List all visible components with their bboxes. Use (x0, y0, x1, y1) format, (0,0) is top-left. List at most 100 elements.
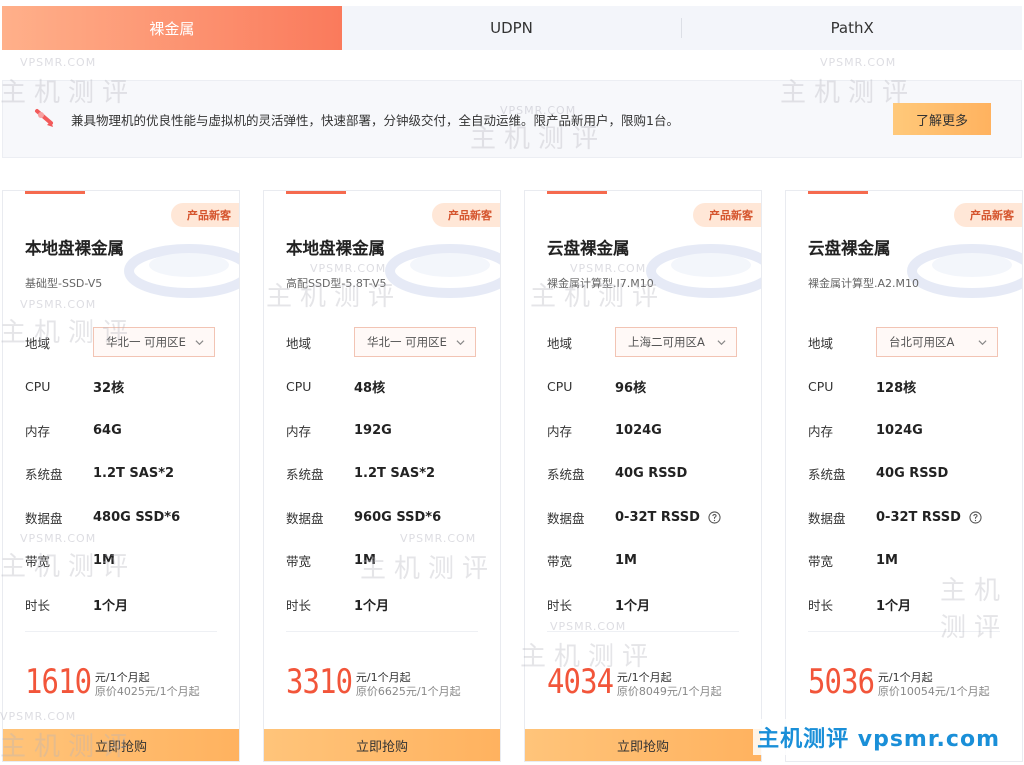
product-tabs: 裸金属 UDPN PathX (2, 6, 1022, 50)
region-select[interactable]: 台北可用区A (876, 327, 998, 357)
server-illustration-icon (646, 244, 761, 298)
spec-value: 1M (615, 553, 637, 568)
card-subtitle: 裸金属计算型.I7.M10 (547, 277, 654, 290)
spec-duration: 时长 1个月 (25, 595, 128, 614)
region-value: 华北一 可用区E (367, 335, 447, 349)
new-customer-badge: 产品新客 (171, 203, 239, 227)
divider (25, 631, 217, 632)
server-illustration-icon (124, 244, 239, 298)
region-value: 上海二可用区A (628, 335, 705, 349)
price-value: 1610 (25, 662, 92, 702)
spec-label: 地域 (286, 335, 312, 351)
price-unit: 元/1个月起 (877, 671, 933, 684)
spec-label: CPU (25, 379, 51, 394)
spec-value: 1024G (615, 423, 662, 438)
spec-duration: 时长 1个月 (286, 595, 389, 614)
learn-more-button[interactable]: 了解更多 (893, 103, 991, 135)
spec-region: 地域 上海二可用区A (547, 327, 737, 357)
price-info: 元/1个月起 原价4025元/1个月起 (95, 671, 200, 699)
price-info: 元/1个月起 原价6625元/1个月起 (356, 671, 461, 699)
spec-value: 1M (876, 553, 898, 568)
data-disk-value: 0-32T RSSD (615, 510, 700, 525)
card-title: 云盘裸金属 (808, 239, 891, 258)
spec-label: 内存 (808, 424, 834, 439)
spec-label: CPU (286, 379, 312, 394)
spec-memory: 内存 64G (25, 421, 122, 440)
chevron-down-icon (456, 339, 465, 345)
tab-udpn[interactable]: UDPN (342, 6, 682, 50)
original-price: 原价8049元/1个月起 (616, 685, 722, 698)
spec-system-disk: 系统盘 40G RSSD (808, 464, 948, 483)
region-select[interactable]: 华北一 可用区E (354, 327, 476, 357)
spec-data-disk: 数据盘 0-32T RSSD (808, 508, 982, 527)
spec-label: 带宽 (286, 554, 312, 569)
buy-now-button[interactable]: 立即抢购 (264, 729, 500, 761)
spec-value: 1M (354, 553, 376, 568)
product-card: 产品新客 本地盘裸金属 基础型-SSD-V5 地域 华北一 可用区E CPU 3… (2, 190, 240, 762)
spec-region: 地域 华北一 可用区E (286, 327, 476, 357)
help-icon[interactable] (969, 511, 982, 524)
spec-memory: 内存 1024G (808, 421, 923, 440)
spec-label: 内存 (25, 424, 51, 439)
card-subtitle: 裸金属计算型.A2.M10 (808, 277, 920, 290)
spec-label: CPU (547, 379, 573, 394)
spec-label: 时长 (286, 598, 312, 613)
product-card: 产品新客 云盘裸金属 裸金属计算型.A2.M10 地域 台北可用区A CPU 1… (785, 190, 1023, 762)
region-value: 台北可用区A (889, 335, 955, 349)
price-row: 4034 元/1个月起 原价8049元/1个月起 (547, 665, 722, 699)
spec-value: 1个月 (876, 599, 912, 614)
spec-memory: 内存 1024G (547, 421, 662, 440)
region-value: 华北一 可用区E (106, 335, 186, 349)
spec-memory: 内存 192G (286, 421, 392, 440)
spec-cpu: CPU 128核 (808, 377, 916, 396)
site-watermark: 主机测评 vpsmr.com (753, 719, 1004, 755)
spec-region: 地域 华北一 可用区E (25, 327, 215, 357)
spec-label: 数据盘 (808, 511, 846, 526)
spec-label: 内存 (547, 424, 573, 439)
watermark-domain: VPSMR.COM (820, 56, 897, 69)
price-unit: 元/1个月起 (94, 671, 150, 684)
help-icon[interactable] (708, 511, 721, 524)
spec-region: 地域 台北可用区A (808, 327, 998, 357)
spec-system-disk: 系统盘 40G RSSD (547, 464, 687, 483)
spec-label: 时长 (547, 598, 573, 613)
product-card: 产品新客 本地盘裸金属 高配SSD型-5.8T-V5 地域 华北一 可用区E C… (263, 190, 501, 762)
original-price: 原价4025元/1个月起 (94, 685, 200, 698)
server-illustration-icon (385, 244, 500, 298)
card-accent-bar (547, 191, 607, 194)
price-row: 1610 元/1个月起 原价4025元/1个月起 (25, 665, 200, 699)
card-title: 本地盘裸金属 (286, 239, 385, 258)
buy-now-button[interactable]: 立即抢购 (3, 729, 239, 761)
price-row: 3310 元/1个月起 原价6625元/1个月起 (286, 665, 461, 699)
tab-bare-metal[interactable]: 裸金属 (2, 6, 342, 50)
card-title: 云盘裸金属 (547, 239, 630, 258)
card-title: 本地盘裸金属 (25, 239, 124, 258)
spec-label: 内存 (286, 424, 312, 439)
spec-value: 1个月 (354, 599, 390, 614)
spec-system-disk: 系统盘 1.2T SAS*2 (286, 464, 435, 483)
spec-label: 地域 (808, 335, 834, 351)
product-card: 产品新客 云盘裸金属 裸金属计算型.I7.M10 地域 上海二可用区A CPU … (524, 190, 762, 762)
spec-bandwidth: 带宽 1M (808, 551, 898, 570)
spec-label: 带宽 (25, 554, 51, 569)
tab-pathx[interactable]: PathX (682, 6, 1022, 50)
price-info: 元/1个月起 原价10054元/1个月起 (878, 671, 990, 699)
spec-label: 带宽 (808, 554, 834, 569)
region-select[interactable]: 上海二可用区A (615, 327, 737, 357)
buy-now-button[interactable]: 立即抢购 (525, 729, 761, 761)
spec-value: 40G RSSD (615, 466, 688, 481)
new-customer-badge: 产品新客 (432, 203, 500, 227)
spec-value: 1个月 (93, 599, 129, 614)
spec-value: 96核 (615, 381, 647, 396)
spec-label: 系统盘 (286, 467, 324, 482)
spec-cpu: CPU 96核 (547, 377, 646, 396)
price-row: 5036 元/1个月起 原价10054元/1个月起 (808, 665, 990, 699)
new-customer-badge: 产品新客 (693, 203, 761, 227)
spec-value: 64G (93, 423, 122, 438)
spec-value: 32核 (93, 381, 125, 396)
spec-label: 时长 (25, 598, 51, 613)
data-disk-value: 0-32T RSSD (876, 510, 961, 525)
region-select[interactable]: 华北一 可用区E (93, 327, 215, 357)
divider (286, 631, 478, 632)
spec-duration: 时长 1个月 (547, 595, 650, 614)
